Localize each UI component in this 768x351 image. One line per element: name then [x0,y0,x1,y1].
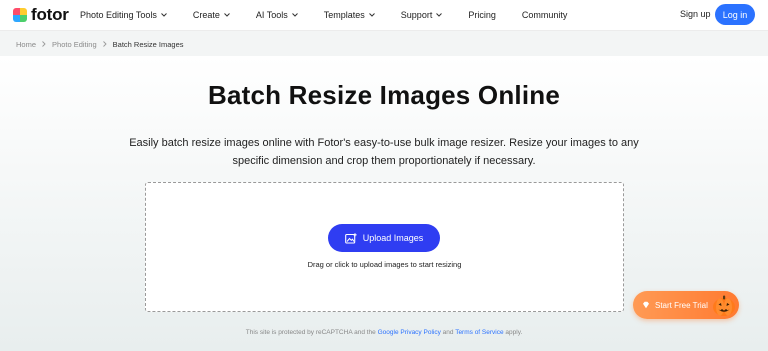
breadcrumb-home[interactable]: Home [16,40,36,49]
breadcrumb-current: Batch Resize Images [112,39,184,49]
brand-name: fotor [31,5,69,24]
fotor-logo-icon [13,8,27,22]
nav-label: Pricing [468,10,496,20]
nav-pricing[interactable]: Pricing [468,10,496,20]
start-free-trial-button[interactable]: Start Free Trial [633,291,739,319]
top-navbar: fotor Photo Editing Tools Create AI Tool… [0,0,768,31]
signup-link[interactable]: Sign up [680,9,711,19]
page-description: Easily batch resize images online with F… [129,137,639,167]
chevron-down-icon [436,13,443,17]
main-nav: Photo Editing Tools Create AI Tools Temp… [80,8,593,22]
diamond-icon [643,301,649,309]
chevron-down-icon [224,13,230,17]
nav-label: Support [400,10,433,20]
nav-ai-tools[interactable]: AI Tools [256,10,298,20]
nav-label: Photo Editing Tools [80,10,157,20]
nav-create[interactable]: Create [193,10,230,20]
nav-support[interactable]: Support [401,10,443,20]
page-title: Batch Resize Images Online [208,80,560,110]
chevron-down-icon [161,13,167,17]
recaptcha-notice: This site is protected by reCAPTCHA and … [0,329,768,336]
nav-label: Create [192,10,220,20]
recaptcha-suffix: apply. [503,329,523,336]
nav-photo-editing-tools[interactable]: Photo Editing Tools [80,10,167,20]
breadcrumb: Home Photo Editing Batch Resize Images [16,39,184,49]
chevron-down-icon [368,13,375,17]
drop-hint-text: Drag or click to upload images to start … [307,260,462,269]
chevron-right-icon [102,41,107,47]
recaptcha-middle: and [440,329,456,336]
image-upload-icon [344,232,357,244]
privacy-policy-link[interactable]: Google Privacy Policy [378,329,441,336]
breadcrumb-photo-editing[interactable]: Photo Editing [52,40,97,49]
upload-button-label: Upload Images [362,233,424,243]
nav-label: Community [521,10,568,20]
login-button[interactable]: Log in [715,4,755,25]
upload-images-button[interactable]: Upload Images [328,224,440,252]
fotor-logo[interactable]: fotor [13,5,69,24]
terms-of-service-link[interactable]: Terms of Service [455,329,503,336]
nav-label: AI Tools [255,10,288,20]
nav-community[interactable]: Community [522,10,568,20]
chevron-right-icon [42,41,46,47]
nav-templates[interactable]: Templates [324,10,375,20]
chevron-down-icon [291,13,298,17]
recaptcha-prefix: This site is protected by reCAPTCHA and … [245,329,378,336]
start-free-trial-label: Start Free Trial [655,300,708,310]
pumpkin-icon [713,295,735,316]
nav-label: Templates [323,10,365,20]
